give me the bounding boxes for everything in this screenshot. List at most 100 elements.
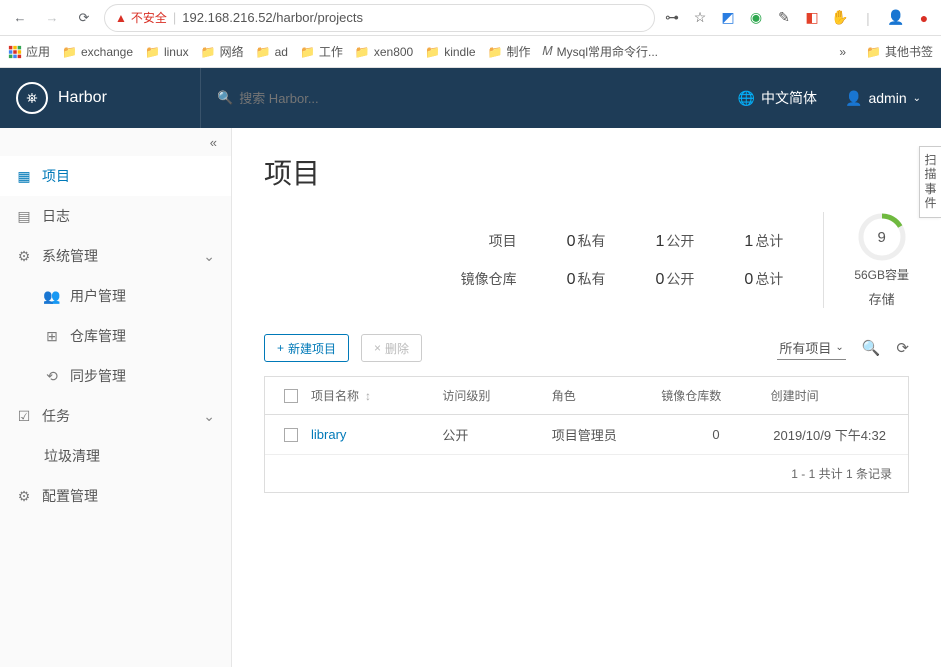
search-icon[interactable]: 🔍 — [862, 339, 881, 357]
stats-panel: 项目 0私有 1公开 1总计 镜像仓库 0私有 0公开 0总计 9 56GB容量… — [264, 212, 909, 308]
page-title: 项目 — [264, 152, 909, 192]
sidebar-item-users[interactable]: 👥用户管理 — [0, 276, 231, 316]
bookmark-folder[interactable]: 📁工作 — [300, 43, 343, 60]
bookmark-folder[interactable]: 📁linux — [145, 45, 189, 59]
user-menu[interactable]: 👤 admin ⌄ — [845, 90, 921, 107]
cell-access: 公开 — [442, 425, 551, 444]
divider: | — [859, 9, 877, 27]
projects-table: 项目名称↕ 访问级别 角色 镜像仓库数 创建时间 library 公开 项目管理… — [264, 376, 909, 493]
project-filter-select[interactable]: 所有项目⌄ — [777, 336, 845, 360]
forward-button[interactable]: → — [40, 6, 64, 30]
plus-icon: + — [277, 341, 284, 355]
search-input[interactable] — [239, 91, 479, 106]
ext-icon-4[interactable]: ◧ — [803, 9, 821, 27]
storage-widget: 9 56GB容量 存储 — [823, 212, 909, 308]
table-row[interactable]: library 公开 项目管理员 0 2019/10/9 下午4:32 — [265, 415, 908, 455]
select-all-checkbox[interactable] — [284, 389, 298, 403]
cell-created: 2019/10/9 下午4:32 — [771, 425, 902, 444]
apps-shortcut[interactable]: 应用 — [8, 43, 50, 60]
col-name[interactable]: 项目名称↕ — [311, 387, 442, 404]
search-icon: 🔍 — [217, 90, 233, 106]
chrome-actions: ⊶ ☆ ◩ ◉ ✎ ◧ ✋ | 👤 ● — [663, 9, 933, 27]
admin-icon: ⚙ — [16, 248, 32, 265]
browser-toolbar: ← → ⟳ ▲ 不安全 | 192.168.216.52/harbor/proj… — [0, 0, 941, 36]
brand-area[interactable]: ⛯ Harbor — [0, 82, 200, 114]
stats-repo-public: 0公开 — [656, 269, 695, 289]
table-toolbar: +新建项目 ×删除 所有项目⌄ 🔍 ⟳ — [264, 334, 909, 362]
table-header: 项目名称↕ 访问级别 角色 镜像仓库数 创建时间 — [265, 377, 908, 415]
project-link[interactable]: library — [311, 427, 442, 442]
storage-donut: 9 — [857, 212, 907, 262]
chevron-down-icon: ⌄ — [203, 408, 215, 425]
app-header: ⛯ Harbor 🔍 🌐 中文简体 👤 admin ⌄ — [0, 68, 941, 128]
globe-icon: 🌐 — [738, 90, 755, 107]
sidebar-item-gc[interactable]: 垃圾清理 — [0, 436, 231, 476]
bookmark-folder[interactable]: 📁kindle — [425, 45, 475, 59]
ext-icon-2[interactable]: ◉ — [747, 9, 765, 27]
bookmarks-overflow[interactable]: » — [839, 45, 846, 59]
sidebar-item-sysadmin[interactable]: ⚙系统管理⌄ — [0, 236, 231, 276]
col-access[interactable]: 访问级别 — [442, 387, 551, 404]
sync-icon: ⟲ — [44, 368, 60, 385]
stats-repos-label: 镜像仓库 — [461, 269, 517, 289]
row-checkbox[interactable] — [284, 428, 298, 442]
sidebar-item-replication[interactable]: ⟲同步管理 — [0, 356, 231, 396]
delete-button: ×删除 — [361, 334, 422, 362]
stats-proj-total: 1总计 — [744, 231, 783, 251]
ext-icon-6[interactable]: ● — [915, 9, 933, 27]
sidebar-item-logs[interactable]: ▤日志 — [0, 196, 231, 236]
tasks-icon: ☑ — [16, 408, 32, 425]
global-search[interactable]: 🔍 — [200, 68, 520, 128]
bookmark-folder[interactable]: 📁exchange — [62, 45, 133, 59]
other-bookmarks[interactable]: 📁其他书签 — [866, 43, 933, 60]
logs-icon: ▤ — [16, 208, 32, 225]
bookmark-folder[interactable]: 📁ad — [256, 45, 288, 59]
storage-capacity: 56GB容量 — [854, 266, 909, 283]
chevron-down-icon: ⌄ — [913, 93, 921, 104]
cell-repos: 0 — [661, 427, 770, 442]
stats-repo-total: 0总计 — [744, 269, 783, 289]
sidebar-item-repos[interactable]: ⊞仓库管理 — [0, 316, 231, 356]
new-project-button[interactable]: +新建项目 — [264, 334, 349, 362]
gear-icon: ⚙ — [16, 488, 32, 505]
star-icon[interactable]: ☆ — [691, 9, 709, 27]
sidebar-item-tasks[interactable]: ☑任务⌄ — [0, 396, 231, 436]
ext-icon-1[interactable]: ◩ — [719, 9, 737, 27]
url-text: 192.168.216.52/harbor/projects — [182, 10, 363, 25]
bookmarks-bar: 应用 📁exchange 📁linux 📁网络 📁ad 📁工作 📁xen800 … — [0, 36, 941, 68]
key-icon[interactable]: ⊶ — [663, 9, 681, 27]
address-bar[interactable]: ▲ 不安全 | 192.168.216.52/harbor/projects — [104, 4, 655, 32]
reload-button[interactable]: ⟳ — [72, 6, 96, 30]
brand-text: Harbor — [58, 89, 107, 107]
main-content: 项目 项目 0私有 1公开 1总计 镜像仓库 0私有 0公开 0总计 9 56G… — [232, 128, 941, 667]
sidebar-collapse[interactable]: « — [0, 128, 231, 156]
x-icon: × — [374, 341, 381, 355]
chevron-down-icon: ⌄ — [203, 248, 215, 265]
chevron-down-icon: ⌄ — [835, 342, 843, 353]
stats-repo-private: 0私有 — [567, 269, 606, 289]
event-side-tab[interactable]: 扫描事件 — [919, 146, 941, 218]
back-button[interactable]: ← — [8, 6, 32, 30]
sidebar-item-config[interactable]: ⚙配置管理 — [0, 476, 231, 516]
sort-icon: ↕ — [365, 389, 371, 403]
bookmark-mysql[interactable]: 𝑀Mysql常用命令行... — [543, 43, 659, 60]
users-icon: 👥 — [44, 288, 60, 305]
bookmark-folder[interactable]: 📁xen800 — [355, 45, 413, 59]
col-repos[interactable]: 镜像仓库数 — [661, 387, 770, 404]
stats-proj-public: 1公开 — [656, 231, 695, 251]
profile-avatar[interactable]: 👤 — [887, 9, 905, 27]
refresh-icon[interactable]: ⟳ — [896, 339, 909, 357]
ext-icon-5[interactable]: ✋ — [831, 9, 849, 27]
insecure-badge: ▲ 不安全 — [115, 9, 167, 26]
stats-proj-private: 0私有 — [567, 231, 606, 251]
col-created[interactable]: 创建时间 — [771, 387, 902, 404]
stats-projects-label: 项目 — [461, 231, 517, 251]
language-selector[interactable]: 🌐 中文简体 — [738, 88, 817, 108]
cell-role: 项目管理员 — [552, 425, 661, 444]
harbor-logo-icon: ⛯ — [16, 82, 48, 114]
bookmark-folder[interactable]: 📁制作 — [488, 43, 531, 60]
bookmark-folder[interactable]: 📁网络 — [201, 43, 244, 60]
sidebar-item-projects[interactable]: ▦项目 — [0, 156, 231, 196]
ext-icon-3[interactable]: ✎ — [775, 9, 793, 27]
col-role[interactable]: 角色 — [552, 387, 661, 404]
